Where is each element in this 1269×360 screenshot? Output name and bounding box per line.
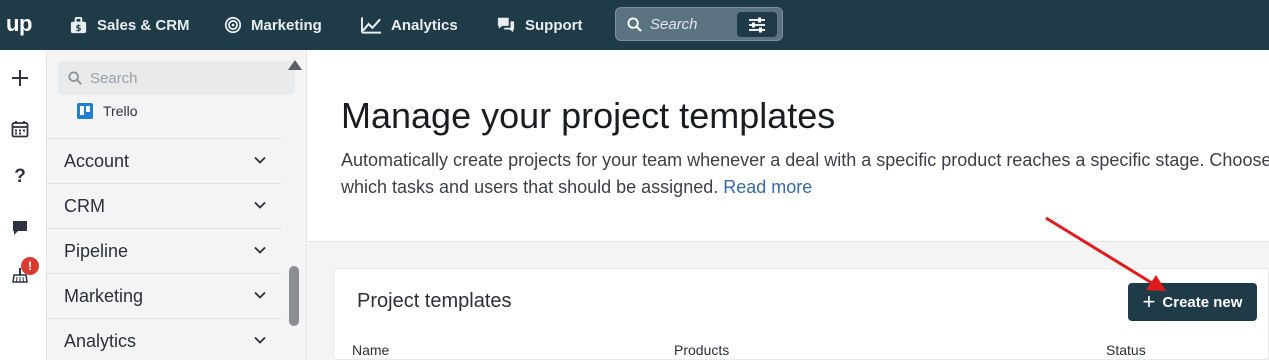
column-header-name[interactable]: Name <box>352 342 389 358</box>
project-templates-heading: Project templates <box>357 290 512 312</box>
sidebar-item-label: Analytics <box>64 330 137 351</box>
sidebar-item-pipeline[interactable]: Pipeline <box>47 228 281 273</box>
nav-marketing[interactable]: Marketing <box>224 0 322 50</box>
project-templates-card: Project templates + Create new Name Prod… <box>333 268 1269 360</box>
sidebar-item-crm[interactable]: CRM <box>47 183 281 228</box>
sliders-icon <box>749 17 765 32</box>
create-new-button[interactable]: + Create new <box>1128 283 1257 321</box>
line-chart-icon <box>361 17 382 34</box>
briefcase-dollar-icon: $ <box>70 16 87 34</box>
sidebar-item-trello-label: Trello <box>103 103 138 119</box>
column-header-products[interactable]: Products <box>674 342 729 358</box>
plus-icon[interactable] <box>10 68 30 88</box>
nav-sales-crm-label: Sales & CRM <box>97 16 190 34</box>
main-content: Manage your project templates Automatica… <box>308 50 1269 360</box>
sidebar-item-label: Marketing <box>64 285 144 306</box>
calendar-icon[interactable] <box>10 119 30 139</box>
sidebar-item-label: CRM <box>64 195 105 216</box>
trello-icon <box>77 103 93 119</box>
nav-sales-crm[interactable]: $ Sales & CRM <box>69 0 190 50</box>
sidebar-scrollbar[interactable] <box>285 56 303 326</box>
chevron-down-icon <box>254 291 266 299</box>
search-icon <box>627 16 642 32</box>
alert-badge: ! <box>21 257 39 275</box>
chevron-down-icon <box>254 246 266 254</box>
search-icon <box>68 71 82 85</box>
page-title: Manage your project templates <box>341 95 836 136</box>
read-more-link[interactable]: Read more <box>723 177 812 197</box>
description-line-1: Automatically create projects for your t… <box>341 150 1269 170</box>
create-new-label: Create new <box>1162 293 1243 311</box>
question-icon[interactable]: ? <box>10 166 30 187</box>
global-search-input[interactable]: Search <box>615 7 783 41</box>
chevron-down-icon <box>254 336 266 344</box>
plus-icon: + <box>1142 289 1156 314</box>
svg-text:$: $ <box>76 24 82 34</box>
search-filter-button[interactable] <box>737 12 777 37</box>
sidebar-item-account[interactable]: Account <box>47 138 281 183</box>
nav-analytics-label: Analytics <box>391 16 458 34</box>
sidebar-search-placeholder: Search <box>90 69 138 87</box>
chevron-down-icon <box>254 201 266 209</box>
top-navigation-bar: up $ Sales & CRM Marketing Analytics Sup… <box>0 0 1269 50</box>
column-header-status[interactable]: Status <box>1106 342 1146 358</box>
nav-marketing-label: Marketing <box>251 16 322 34</box>
description-line-2: which tasks and users that should be ass… <box>341 177 724 197</box>
left-icon-rail: ? ! <box>0 50 47 360</box>
sidebar-item-analytics[interactable]: Analytics <box>47 318 281 360</box>
scroll-up-arrow-icon[interactable] <box>288 60 302 70</box>
nav-support-label: Support <box>525 16 583 34</box>
chevron-down-icon <box>254 156 266 164</box>
scrollbar-thumb[interactable] <box>289 266 299 326</box>
sidebar-item-trello[interactable]: Trello <box>77 100 138 122</box>
chat-bubbles-icon <box>497 17 515 33</box>
nav-support[interactable]: Support <box>496 0 583 50</box>
nav-analytics[interactable]: Analytics <box>361 0 458 50</box>
sidebar-item-marketing[interactable]: Marketing <box>47 273 281 318</box>
global-search-placeholder: Search <box>650 15 698 33</box>
app-logo[interactable]: up <box>6 11 32 37</box>
target-icon <box>224 16 242 34</box>
sidebar-item-label: Pipeline <box>64 240 129 261</box>
page-description: Automatically create projects for your t… <box>341 147 1269 201</box>
sidebar-item-label: Account <box>64 150 130 171</box>
chat-icon[interactable] <box>10 218 30 238</box>
settings-sidebar: Search Trello Account CRM Pipeline Marke… <box>47 50 307 360</box>
sidebar-search-input[interactable]: Search <box>58 61 295 95</box>
page-header: Manage your project templates Automatica… <box>308 50 1269 242</box>
